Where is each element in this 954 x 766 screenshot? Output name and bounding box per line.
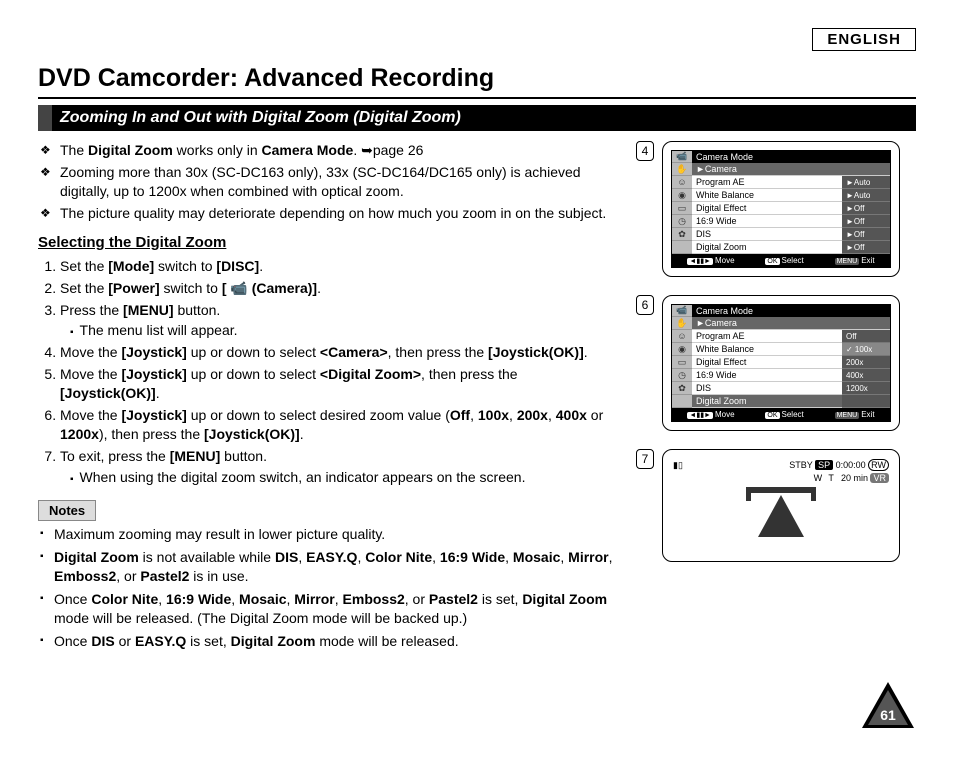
- notes-list: Maximum zooming may result in lower pict…: [38, 525, 618, 650]
- menu-item: Digital Zoom: [692, 241, 842, 254]
- figure-6-number: 6: [636, 295, 654, 315]
- step-7: To exit, press the [MENU] button. When u…: [60, 447, 618, 487]
- menu-badge: MENU: [835, 412, 860, 419]
- menu-item: 16:9 Wide: [692, 215, 842, 228]
- menu-item: DIS: [692, 228, 842, 241]
- menu-item: Digital Effect: [692, 356, 842, 369]
- figure-4-number: 4: [636, 141, 654, 161]
- ok-badge: OK: [765, 412, 779, 419]
- figure-7: 7 ▮▯ STBY SP 0:00:00 RW W T: [636, 449, 916, 562]
- language-label: ENGLISH: [812, 28, 916, 51]
- figure-6-screen: 📹Camera Mode ✋►Camera ☺Program AEOff ◉Wh…: [662, 295, 900, 431]
- steps-list: Set the [Mode] switch to [DISC]. Set the…: [38, 257, 618, 487]
- bullet-2: Zooming more than 30x (SC-DC163 only), 3…: [60, 163, 618, 201]
- clock-icon: ◷: [672, 215, 692, 228]
- note-4: Once DIS or EASY.Q is set, Digital Zoom …: [54, 632, 618, 651]
- section-heading: Zooming In and Out with Digital Zoom (Di…: [38, 105, 916, 131]
- figure-4: 4 📹Camera Mode ✋►Camera ☺Program AE►Auto…: [636, 141, 916, 277]
- face-icon: ☺: [672, 176, 692, 189]
- step-5: Move the [Joystick] up or down to select…: [60, 365, 618, 403]
- sp-badge: SP: [815, 460, 833, 470]
- step-4: Move the [Joystick] up or down to select…: [60, 343, 618, 362]
- menu-item: Digital Effect: [692, 202, 842, 215]
- step-7-sub: When using the digital zoom switch, an i…: [70, 468, 618, 487]
- wt-bar: W T: [814, 473, 836, 483]
- figure-7-number: 7: [636, 449, 654, 469]
- menu-selected: ►Camera: [692, 317, 890, 330]
- camera-icon: 📹: [672, 305, 692, 317]
- disc-icon: ◉: [672, 189, 692, 202]
- menu-item: 16:9 Wide: [692, 369, 842, 382]
- time-label: 0:00:00: [836, 460, 866, 470]
- step-3-sub: The menu list will appear.: [70, 321, 618, 340]
- battery-icon: ▮▯: [673, 460, 683, 471]
- menu-selected: ►Camera: [692, 163, 890, 176]
- step-3: Press the [MENU] button. The menu list w…: [60, 301, 618, 341]
- display-icon: ▭: [672, 356, 692, 369]
- menu-title: Camera Mode: [692, 151, 890, 163]
- notes-label: Notes: [38, 500, 96, 522]
- camera-icon: 📹: [672, 151, 692, 163]
- figures-column: 4 📹Camera Mode ✋►Camera ☺Program AE►Auto…: [636, 141, 916, 655]
- svg-text:61: 61: [880, 707, 896, 723]
- main-content: The Digital Zoom works only in Camera Mo…: [38, 141, 618, 655]
- step-1: Set the [Mode] switch to [DISC].: [60, 257, 618, 276]
- subsection-heading: Selecting the Digital Zoom: [38, 233, 618, 253]
- vr-badge: VR: [870, 473, 889, 483]
- menu-title: Camera Mode: [692, 305, 890, 317]
- page-title: DVD Camcorder: Advanced Recording: [38, 64, 916, 99]
- gear-icon: ✿: [672, 228, 692, 241]
- menu-footer: ◄▮▮►Move OKSelect MENUExit: [672, 254, 890, 267]
- figure-4-screen: 📹Camera Mode ✋►Camera ☺Program AE►Auto ◉…: [662, 141, 900, 277]
- step-6: Move the [Joystick] up or down to select…: [60, 406, 618, 444]
- note-3: Once Color Nite, 16:9 Wide, Mosaic, Mirr…: [54, 590, 618, 628]
- menu-item: Program AE: [692, 176, 842, 189]
- stby-label: STBY: [789, 460, 812, 470]
- display-icon: ▭: [672, 202, 692, 215]
- face-icon: ☺: [672, 330, 692, 343]
- note-1: Maximum zooming may result in lower pict…: [54, 525, 618, 544]
- menu-badge: MENU: [835, 258, 860, 265]
- menu-footer: ◄▮▮►Move OKSelect MENUExit: [672, 408, 890, 421]
- menu-item: White Balance: [692, 189, 842, 202]
- rw-badge: RW: [868, 459, 889, 471]
- intro-bullets: The Digital Zoom works only in Camera Mo…: [38, 141, 618, 223]
- ok-badge: OK: [765, 258, 779, 265]
- menu-item: White Balance: [692, 343, 842, 356]
- menu-item: Program AE: [692, 330, 842, 343]
- remain-label: 20 min: [841, 473, 868, 483]
- hand-icon: ✋: [672, 317, 692, 330]
- arrows-icon: ◄▮▮►: [687, 258, 713, 265]
- bullet-3: The picture quality may deteriorate depe…: [60, 204, 618, 223]
- figure-7-screen: ▮▯ STBY SP 0:00:00 RW W T 20 min VR: [662, 449, 900, 562]
- bullet-1: The Digital Zoom works only in Camera Mo…: [60, 141, 618, 160]
- page-number-badge: 61: [860, 680, 916, 732]
- step-2: Set the [Power] switch to [ 📹 (Camera)].: [60, 279, 618, 298]
- zoom-indicator-icon: [673, 487, 889, 551]
- disc-icon: ◉: [672, 343, 692, 356]
- arrows-icon: ◄▮▮►: [687, 412, 713, 419]
- note-2: Digital Zoom is not available while DIS,…: [54, 548, 618, 586]
- hand-icon: ✋: [672, 163, 692, 176]
- clock-icon: ◷: [672, 369, 692, 382]
- gear-icon: ✿: [672, 382, 692, 395]
- figure-6: 6 📹Camera Mode ✋►Camera ☺Program AEOff ◉…: [636, 295, 916, 431]
- menu-item: Digital Zoom: [692, 395, 842, 408]
- menu-item: DIS: [692, 382, 842, 395]
